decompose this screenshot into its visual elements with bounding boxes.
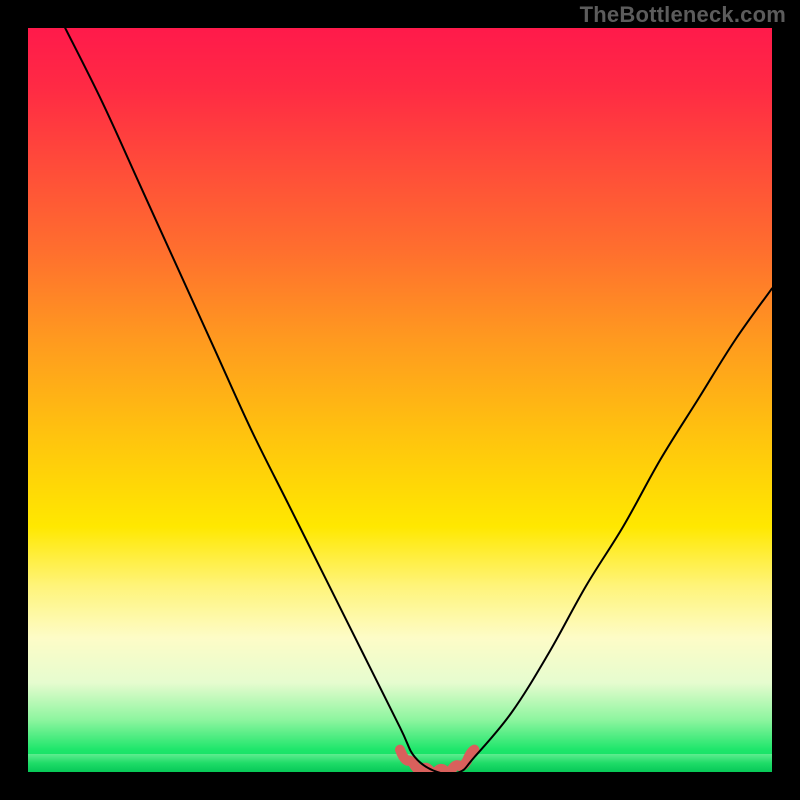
- plot-area: [28, 28, 772, 772]
- watermark-text: TheBottleneck.com: [580, 2, 786, 28]
- bottleneck-curve: [65, 28, 772, 772]
- curve-layer: [28, 28, 772, 772]
- chart-stage: TheBottleneck.com: [0, 0, 800, 800]
